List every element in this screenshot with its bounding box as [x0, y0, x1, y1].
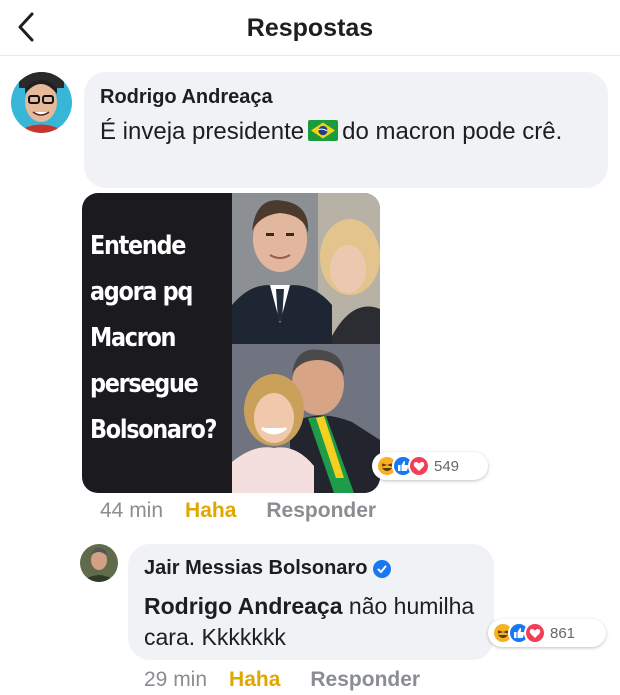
mention-link[interactable]: Rodrigo Andreaça: [144, 593, 343, 619]
user-photo: [80, 544, 118, 582]
user-photo: [11, 72, 72, 133]
reactions-summary[interactable]: 861: [488, 619, 606, 647]
reaction-count: 549: [434, 457, 460, 475]
comment-author[interactable]: Rodrigo Andreaça: [100, 86, 273, 109]
reply-author[interactable]: Jair Messias Bolsonaro: [144, 557, 367, 580]
comment-text-part: do macron pode crê.: [342, 118, 563, 145]
reply-bubble: Jair Messias Bolsonaro Rodrigo Andreaça …: [128, 544, 494, 660]
reply-actions: 29 min Haha Responder: [144, 668, 420, 692]
header-bar: Respostas: [0, 0, 620, 56]
reply-button[interactable]: Responder: [266, 499, 376, 523]
reactions-summary[interactable]: 549: [372, 452, 488, 480]
avatar[interactable]: [80, 544, 118, 582]
reply-button[interactable]: Responder: [310, 668, 420, 692]
comment-image[interactable]: Entende agora pq Macron persegue Bolsona…: [82, 193, 380, 493]
reaction-count: 861: [550, 624, 576, 642]
comment-actions: 44 min Haha Responder: [100, 499, 376, 523]
comment-bubble: Rodrigo Andreaça É inveja presidente do …: [84, 72, 608, 188]
comment-text: É inveja presidente do macron pode crê.: [100, 116, 600, 148]
comment-timestamp[interactable]: 44 min: [100, 499, 163, 523]
haha-button[interactable]: Haha: [185, 499, 236, 523]
verified-badge-icon: [373, 559, 392, 578]
photo-top: [232, 193, 380, 344]
comment-text-part: É inveja presidente: [100, 118, 305, 145]
avatar[interactable]: [11, 72, 72, 133]
love-reaction-icon: [524, 622, 546, 644]
haha-button[interactable]: Haha: [229, 668, 280, 692]
brazil-flag-icon: [308, 120, 339, 141]
love-reaction-icon: [408, 455, 430, 477]
reply-timestamp[interactable]: 29 min: [144, 668, 207, 692]
page-title: Respostas: [246, 14, 374, 42]
reply-author-line: Jair Messias Bolsonaro: [144, 557, 392, 580]
image-caption: Entende agora pq Macron persegue Bolsona…: [90, 231, 218, 445]
photo-bottom: [232, 344, 380, 493]
reply-text: Rodrigo Andreaça não humilha cara. Kkkkk…: [144, 591, 484, 653]
